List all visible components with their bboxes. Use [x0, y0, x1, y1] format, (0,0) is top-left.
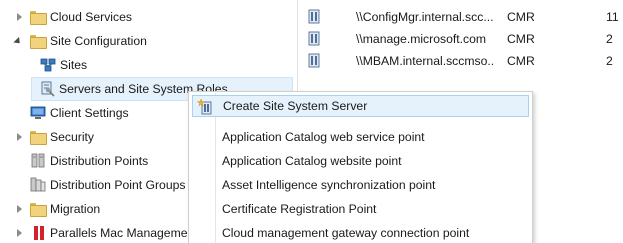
server-icon — [307, 31, 321, 46]
menu-item-label: Cloud management gateway connection poin… — [222, 226, 470, 240]
role-count: 11 — [606, 10, 619, 24]
site-code: CMR — [507, 54, 535, 68]
expand-arrow-icon[interactable] — [14, 132, 24, 142]
menu-item-label: Asset Intelligence synchronization point — [222, 178, 436, 192]
folder-icon — [30, 129, 47, 145]
tree-item-label: Distribution Point Groups — [50, 178, 186, 192]
list-row[interactable]: \\MBAM.internal.sccmso... CMR 2 — [298, 50, 623, 72]
tree-item-sites[interactable]: Sites — [0, 53, 297, 77]
menu-item-application-catalog-web-service-point[interactable]: Application Catalog web service point — [192, 126, 529, 148]
server-icon — [307, 53, 321, 68]
list-row[interactable]: \\manage.microsoft.com CMR 2 — [298, 28, 623, 50]
tree-item-cloud-services[interactable]: Cloud Services — [0, 5, 297, 29]
menu-item-label: Application Catalog website point — [222, 154, 402, 168]
role-count: 2 — [606, 54, 613, 68]
distribution-point-groups-icon — [30, 177, 46, 193]
menu-item-certificate-registration-point[interactable]: Certificate Registration Point — [192, 198, 529, 220]
server-name: \\MBAM.internal.sccmso... — [356, 54, 494, 68]
server-name: \\ConfigMgr.internal.scc... — [356, 10, 494, 24]
tree-item-label: Cloud Services — [50, 10, 132, 24]
context-menu: Create Site System Server Application Ca… — [188, 91, 533, 243]
collapse-arrow-icon[interactable] — [13, 36, 23, 46]
create-server-icon — [197, 99, 213, 115]
menu-item-application-catalog-website-point[interactable]: Application Catalog website point — [192, 150, 529, 172]
list-row[interactable]: \\ConfigMgr.internal.scc... CMR 11 — [298, 6, 623, 28]
menu-item-label: Create Site System Server — [223, 99, 368, 113]
server-icon — [307, 9, 321, 24]
menu-item-asset-intelligence-synchronization-point[interactable]: Asset Intelligence synchronization point — [192, 174, 529, 196]
folder-icon — [30, 201, 47, 217]
distribution-points-icon — [30, 153, 46, 169]
tree-item-label: Sites — [60, 58, 88, 72]
menu-item-label: Application Catalog web service point — [222, 130, 425, 144]
tree-item-label: Client Settings — [50, 106, 129, 120]
server-roles-icon — [40, 81, 56, 97]
tree-item-label: Distribution Points — [50, 154, 149, 168]
folder-icon — [30, 33, 47, 49]
tree-item-label: Migration — [50, 202, 101, 216]
tree-item-site-configuration[interactable]: Site Configuration — [0, 29, 297, 53]
tree-item-label: Parallels Mac Managemen — [50, 226, 195, 240]
sites-icon — [40, 57, 56, 73]
menu-item-cloud-management-gateway-connection-point[interactable]: Cloud management gateway connection poin… — [192, 222, 529, 243]
client-settings-icon — [30, 105, 46, 121]
menu-item-create-site-system-server[interactable]: Create Site System Server — [192, 95, 529, 117]
expand-arrow-icon[interactable] — [14, 12, 24, 22]
expand-arrow-icon[interactable] — [14, 204, 24, 214]
menu-item-label: Certificate Registration Point — [222, 202, 377, 216]
site-code: CMR — [507, 32, 535, 46]
parallels-icon — [32, 225, 48, 241]
server-name: \\manage.microsoft.com — [356, 32, 487, 46]
role-count: 2 — [606, 32, 613, 46]
folder-icon — [30, 9, 47, 25]
site-code: CMR — [507, 10, 535, 24]
tree-item-label: Site Configuration — [50, 34, 147, 48]
tree-item-label: Security — [50, 130, 95, 144]
expand-arrow-icon[interactable] — [14, 228, 24, 238]
